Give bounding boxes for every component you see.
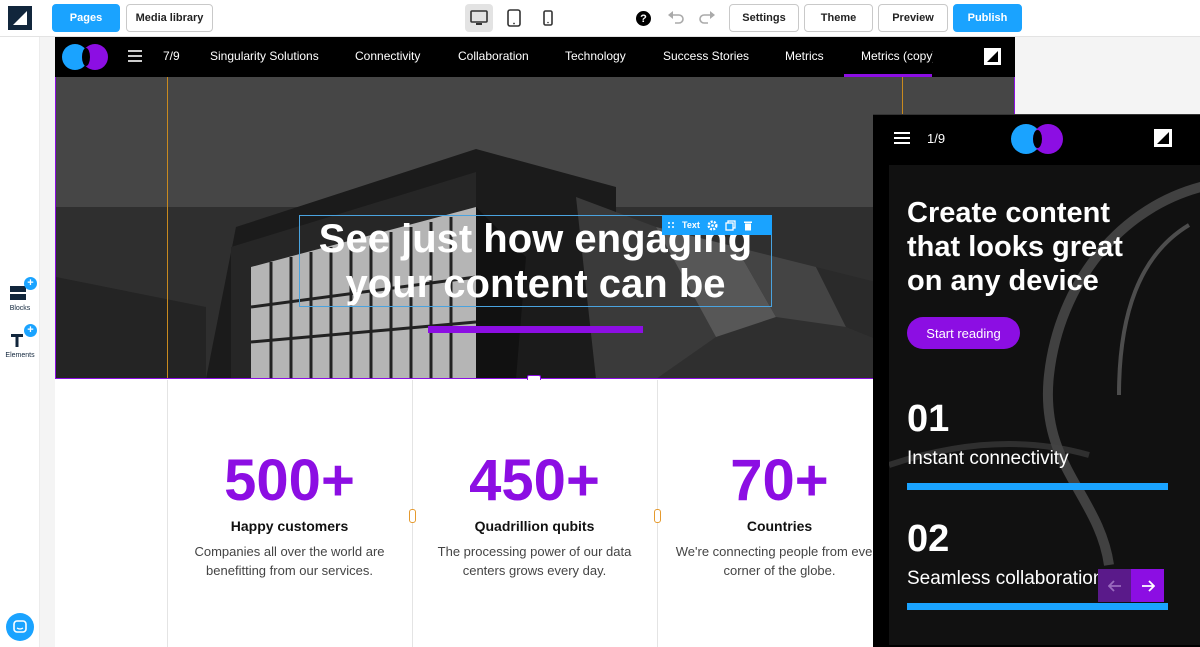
metric-description-line: centers grows every day.	[462, 563, 607, 578]
media-library-button[interactable]: Media library	[126, 4, 213, 32]
nav-item-collaboration[interactable]: Collaboration	[458, 49, 529, 63]
arrow-right-icon	[1141, 579, 1155, 592]
duplicate-icon[interactable]	[725, 219, 736, 231]
metric-description-line: corner of the globe.	[723, 563, 836, 578]
editor-toolbar: Pages Media library ? Settings Theme Pre…	[0, 0, 1200, 37]
desktop-icon	[470, 10, 488, 25]
drag-handle-icon[interactable]	[667, 221, 675, 229]
hero-accent-bar	[428, 326, 643, 333]
feature-progress-bar	[907, 483, 1168, 490]
left-rail: + Blocks + Elements	[0, 37, 40, 647]
mobile-view-button[interactable]	[534, 4, 562, 32]
help-icon[interactable]: ?	[636, 11, 651, 26]
trash-icon[interactable]	[743, 220, 753, 231]
app-logo[interactable]	[8, 6, 32, 30]
metrics-section[interactable]: 500+ Happy customers Companies all over …	[55, 380, 1015, 647]
mobile-heading[interactable]: Create content that looks great on any d…	[907, 196, 1167, 298]
undo-icon[interactable]	[666, 9, 686, 27]
text-element-icon: +	[9, 324, 37, 350]
site-navigation[interactable]: 7/9 Singularity Solutions Connectivity C…	[55, 37, 1015, 77]
mobile-page-counter: 1/9	[927, 131, 946, 146]
metric-number: 70+	[730, 448, 829, 513]
mobile-heading-line: on any device	[907, 265, 1099, 297]
metric-description: We're connecting people from every corne…	[657, 542, 902, 580]
metric-description-line: We're connecting people from every	[675, 544, 884, 559]
site-logo-icon[interactable]	[1154, 129, 1172, 147]
metric-number: 500+	[224, 448, 355, 513]
metric-title: Countries	[746, 518, 813, 534]
chat-icon	[13, 620, 27, 633]
metric-number: 450+	[469, 448, 600, 513]
start-reading-button[interactable]: Start reading	[907, 317, 1020, 349]
column-resize-handle[interactable]	[409, 509, 416, 523]
tablet-icon	[507, 9, 521, 27]
element-type-label: Text	[682, 220, 700, 230]
previous-slide-button[interactable]	[1098, 569, 1131, 602]
arrow-left-icon	[1107, 579, 1121, 592]
metric-happy-customers[interactable]: 500+ Happy customers Companies all over …	[167, 450, 412, 580]
nav-item-success-stories[interactable]: Success Stories	[663, 49, 749, 63]
desktop-view-button[interactable]	[465, 4, 493, 32]
theme-button[interactable]: Theme	[804, 4, 873, 32]
blocks-icon: +	[9, 277, 37, 303]
nav-items: 7/9 Singularity Solutions Connectivity C…	[55, 37, 933, 77]
phone-icon	[543, 10, 553, 26]
hero-heading-line2: your content can be	[345, 262, 726, 306]
metric-title: Happy customers	[230, 518, 349, 534]
preview-button[interactable]: Preview	[878, 4, 948, 32]
elements-label: Elements	[5, 352, 35, 359]
settings-button[interactable]: Settings	[729, 4, 799, 32]
column-guide	[167, 77, 168, 378]
metric-description-line: benefitting from our services.	[206, 563, 373, 578]
metric-description: The processing power of our data centers…	[412, 542, 657, 580]
metric-title: Quadrillion qubits	[474, 518, 595, 534]
blocks-tool[interactable]: + Blocks	[0, 277, 40, 312]
gear-icon[interactable]	[707, 220, 718, 231]
add-icon: +	[24, 324, 37, 337]
nav-item-singularity-solutions[interactable]: Singularity Solutions	[210, 49, 319, 63]
nav-item-technology[interactable]: Technology	[565, 49, 626, 63]
nav-item-connectivity[interactable]: Connectivity	[355, 49, 420, 63]
hero-section[interactable]: See just how engaging your content can b…	[55, 77, 1015, 379]
feature-number: 02	[907, 518, 950, 560]
text-element-toolbar[interactable]: Text	[662, 215, 772, 235]
page-counter: 7/9	[163, 49, 180, 63]
publish-button[interactable]: Publish	[953, 4, 1022, 32]
feature-number: 01	[907, 398, 950, 440]
column-resize-handle[interactable]	[654, 509, 661, 523]
feature-label[interactable]: Instant connectivity	[907, 448, 1069, 470]
redo-icon[interactable]	[697, 9, 717, 27]
mobile-heading-line: that looks great	[907, 231, 1123, 263]
pages-button[interactable]: Pages	[52, 4, 120, 32]
tablet-view-button[interactable]	[500, 4, 528, 32]
blocks-label: Blocks	[9, 305, 31, 312]
metric-description-line: The processing power of our data	[437, 544, 632, 559]
nav-item-metrics[interactable]: Metrics	[785, 49, 824, 63]
metric-description-line: Companies all over the world are	[194, 544, 385, 559]
page-preview: 7/9 Singularity Solutions Connectivity C…	[55, 37, 1015, 647]
next-slide-button[interactable]	[1131, 569, 1164, 602]
site-logo-icon[interactable]	[984, 48, 1001, 65]
mobile-preview: 1/9 Create content that looks great on a…	[873, 114, 1200, 647]
metric-description: Companies all over the world are benefit…	[167, 542, 412, 580]
add-icon: +	[24, 277, 37, 290]
nav-item-metrics-copy[interactable]: Metrics (copy)	[861, 49, 933, 63]
menu-icon[interactable]	[894, 132, 910, 145]
metric-countries[interactable]: 70+ Countries We're connecting people fr…	[657, 450, 902, 580]
feature-label[interactable]: Seamless collaboration	[907, 568, 1103, 590]
metric-quadrillion-qubits[interactable]: 450+ Quadrillion qubits The processing p…	[412, 450, 657, 580]
feature-progress-bar	[907, 603, 1168, 610]
elements-tool[interactable]: + Elements	[0, 324, 40, 359]
brand-logo[interactable]	[1011, 124, 1065, 154]
chat-support-button[interactable]	[6, 613, 34, 641]
mobile-heading-line: Create content	[907, 197, 1111, 229]
